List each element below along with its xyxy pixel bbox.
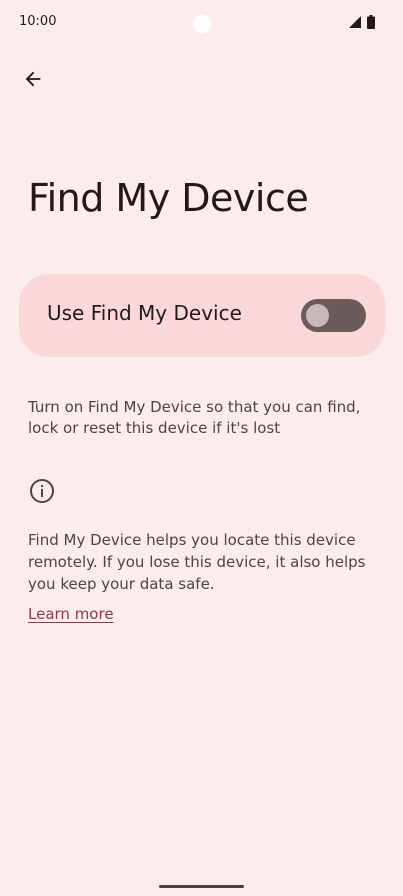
use-find-my-device-toggle-row[interactable]: Use Find My Device bbox=[19, 274, 385, 357]
learn-more-link[interactable]: Learn more bbox=[28, 605, 114, 623]
back-button[interactable] bbox=[13, 59, 53, 99]
page-title: Find My Device bbox=[28, 176, 309, 220]
info-icon bbox=[30, 479, 54, 503]
battery-icon bbox=[367, 15, 375, 29]
footer-text: Find My Device helps you locate this dev… bbox=[28, 531, 366, 593]
gesture-navigation-bar[interactable] bbox=[159, 885, 244, 888]
camera-cutout bbox=[193, 15, 211, 33]
arrow-back-icon bbox=[25, 71, 41, 87]
status-time: 10:00 bbox=[19, 14, 57, 29]
description-text: Turn on Find My Device so that you can f… bbox=[28, 398, 361, 437]
switch-thumb bbox=[306, 304, 329, 327]
status-bar: 10:00 bbox=[0, 0, 403, 46]
signal-icon bbox=[349, 16, 361, 28]
find-my-device-switch[interactable] bbox=[301, 299, 366, 332]
toggle-label: Use Find My Device bbox=[47, 301, 242, 325]
